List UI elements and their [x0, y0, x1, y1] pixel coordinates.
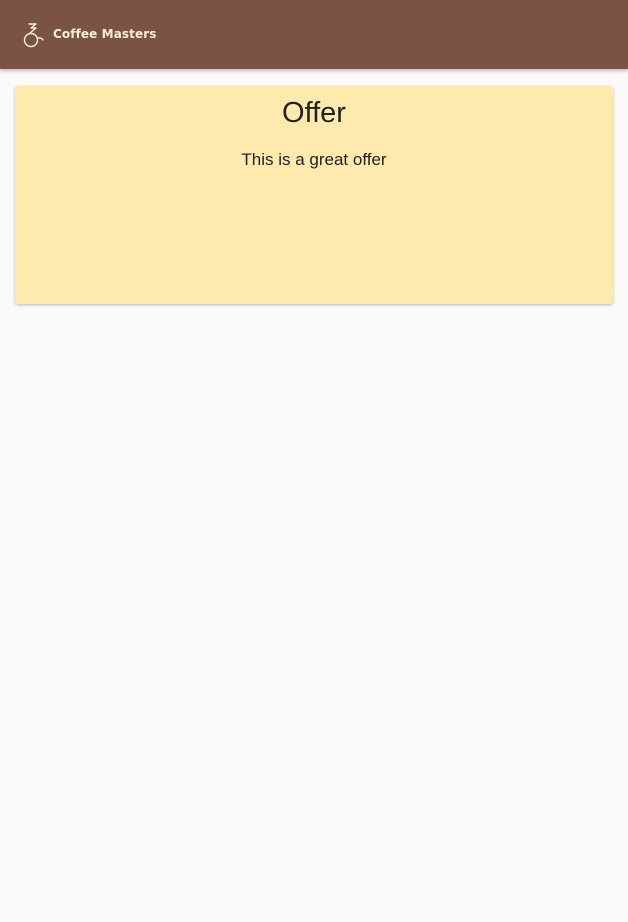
offer-title: Offer	[282, 97, 346, 129]
offer-card: Offer This is a great offer	[15, 86, 613, 304]
app-header: Coffee Masters	[0, 0, 628, 69]
offer-description: This is a great offer	[241, 150, 387, 169]
brand-name[interactable]: Coffee Masters	[53, 27, 156, 41]
coffee-cup-icon[interactable]	[19, 21, 47, 49]
